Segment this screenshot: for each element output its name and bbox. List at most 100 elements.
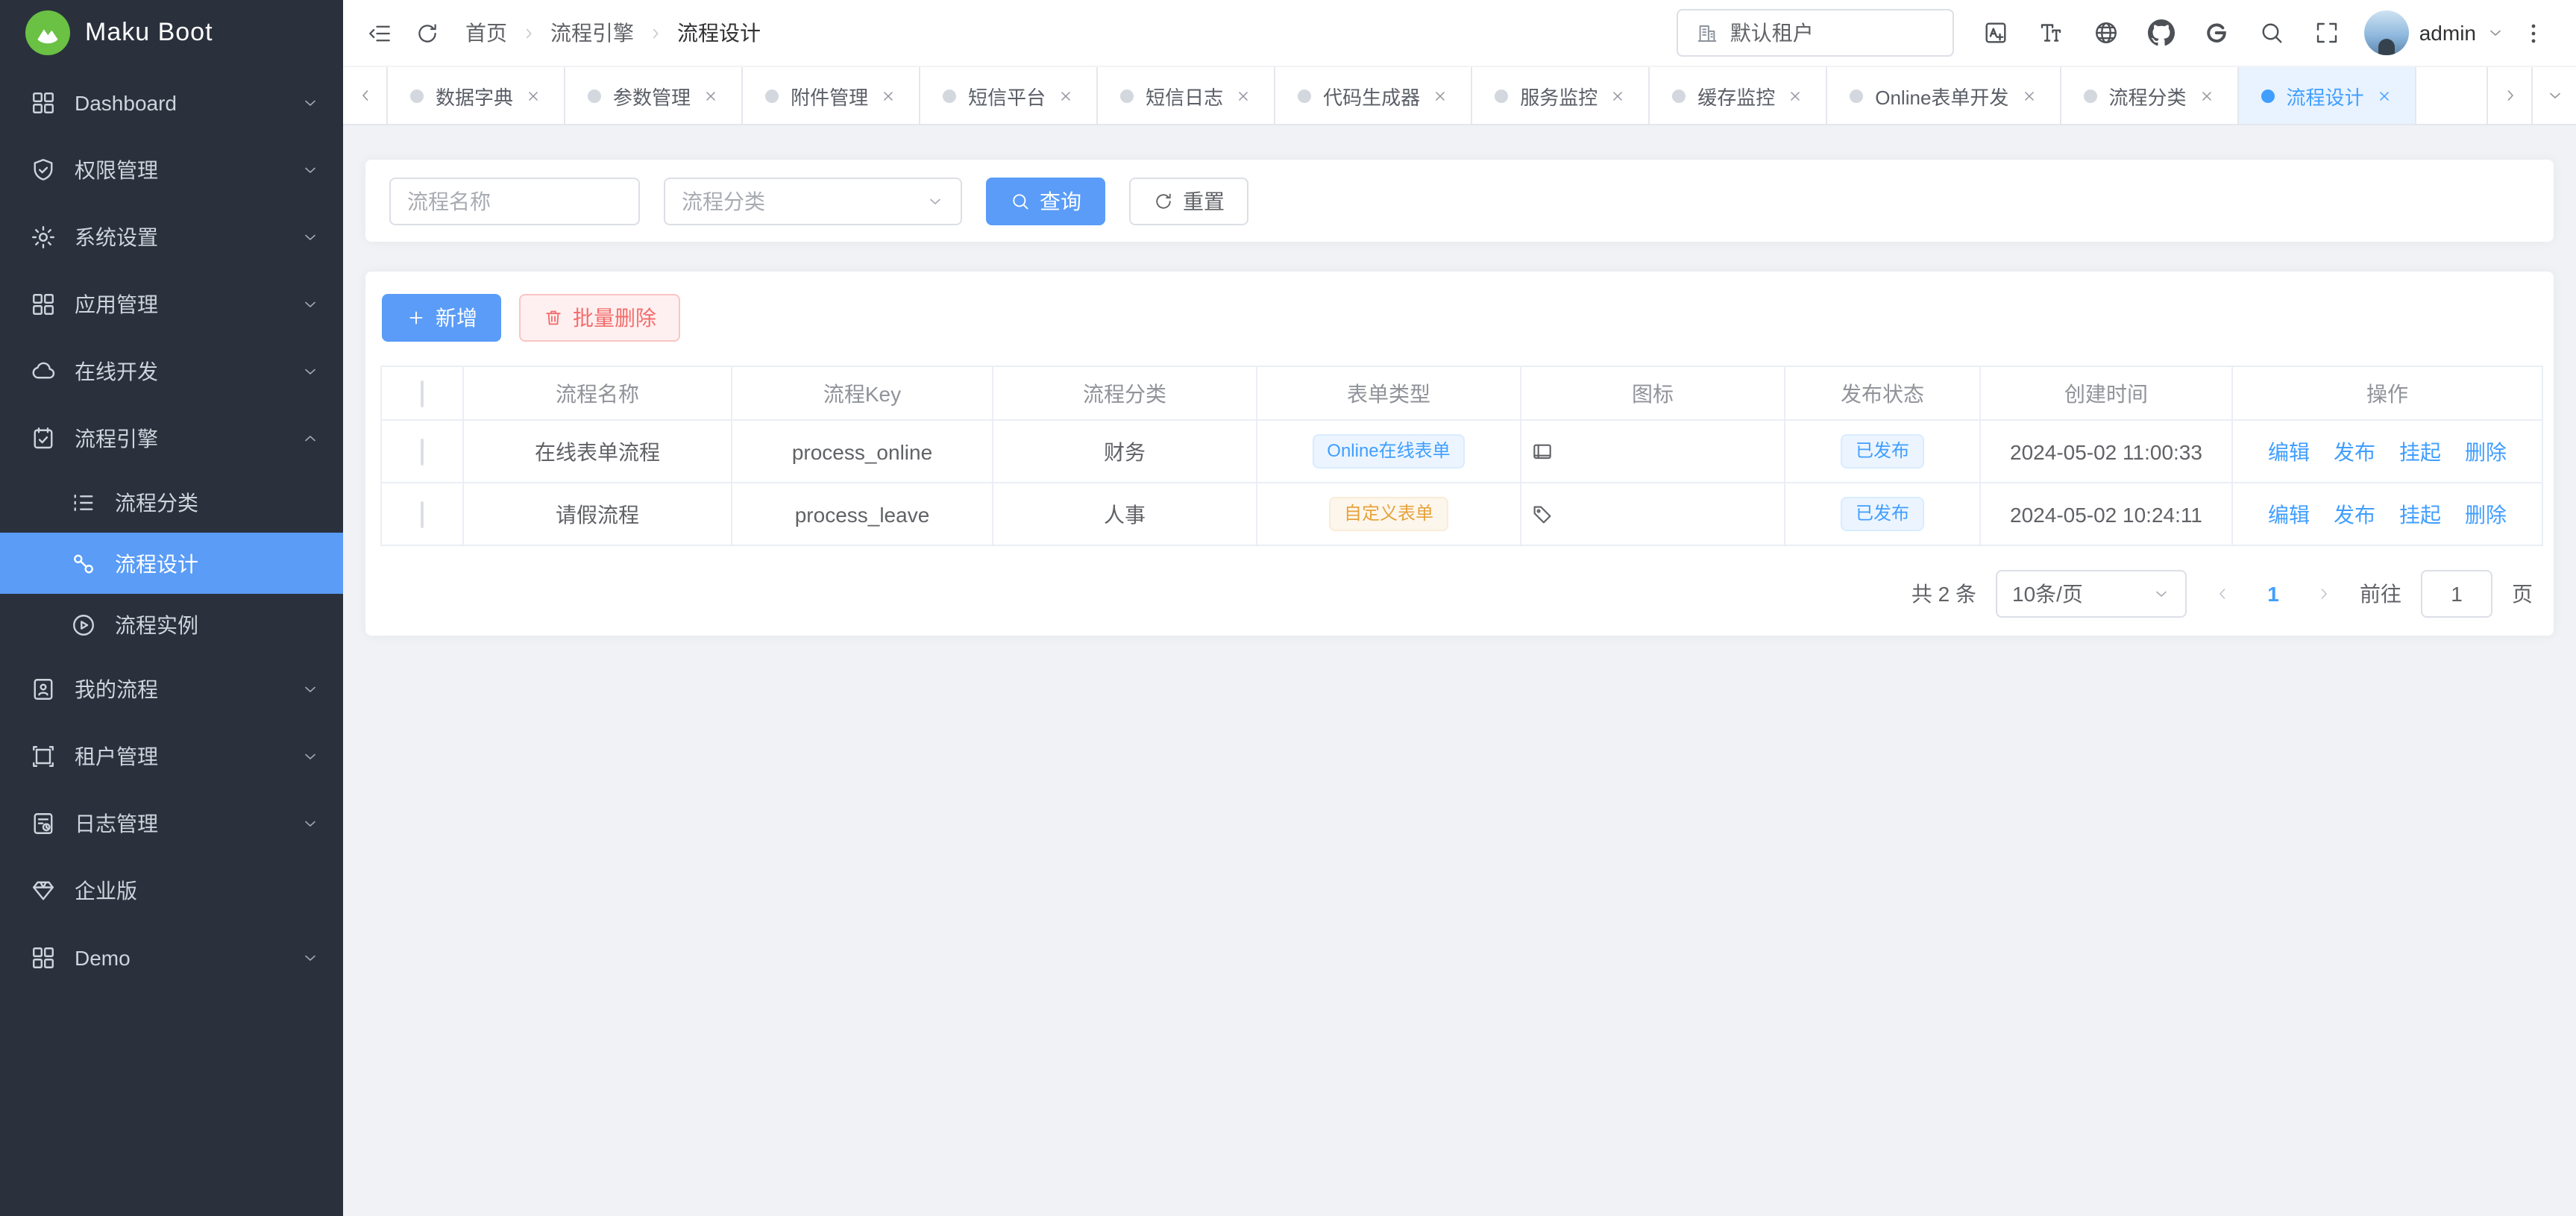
row-status-cell: 已发布 [1785, 420, 1980, 483]
publish-link[interactable]: 发布 [2334, 502, 2375, 526]
cell-text: process_leave [795, 502, 930, 526]
top-header: 首页 流程引擎 流程设计 默认租户 ad [343, 0, 2576, 66]
tab-param-mgmt[interactable]: 参数管理 [565, 67, 743, 124]
globe-icon[interactable] [2079, 5, 2134, 60]
process-name-input[interactable] [389, 177, 640, 225]
chevron-down-icon [301, 228, 319, 245]
page-size-value: 10条/页 [2012, 579, 2083, 609]
page-number-1[interactable]: 1 [2258, 582, 2288, 606]
row-checkbox[interactable] [421, 438, 424, 465]
tab-process-design[interactable]: 流程设计 [2238, 67, 2416, 124]
gitee-icon[interactable] [2190, 5, 2245, 60]
sidebar-item-tenant[interactable]: 租户管理 [0, 722, 343, 789]
breadcrumb-workflow[interactable]: 流程引擎 [550, 18, 634, 48]
sidebar-item-online-dev[interactable]: 在线开发 [0, 337, 343, 404]
tenant-select-value: 默认租户 [1730, 18, 1814, 48]
tab-label: 流程分类 [2108, 81, 2186, 110]
sidebar-item-log[interactable]: 日志管理 [0, 789, 343, 856]
column-header-label: 流程Key [823, 381, 901, 405]
play-circle-icon [70, 611, 97, 638]
breadcrumb-home[interactable]: 首页 [465, 18, 507, 48]
tab-code-generator[interactable]: 代码生成器 [1275, 67, 1472, 124]
tag-icon [1530, 502, 1775, 526]
sidebar-item-label: 流程设计 [115, 548, 319, 578]
cell-text: 在线表单流程 [535, 439, 660, 463]
tab-sms-log[interactable]: 短信日志 [1098, 67, 1275, 124]
user-menu[interactable]: admin [2364, 10, 2504, 55]
add-button[interactable]: 新增 [382, 294, 501, 342]
refresh-icon[interactable] [403, 9, 450, 57]
tenant-select[interactable]: 默认租户 [1677, 9, 1954, 57]
goto-page-input[interactable] [2421, 570, 2492, 618]
sidebar-item-workflow[interactable]: 流程引擎 [0, 404, 343, 471]
tab-dot [1120, 89, 1134, 102]
form-type-badge: 自定义表单 [1329, 496, 1448, 531]
sidebar-item-label: 流程分类 [115, 487, 319, 517]
row-created-cell: 2024-05-02 10:24:11 [1980, 483, 2232, 545]
column-header: 流程名称 [463, 366, 732, 420]
reset-button[interactable]: 重置 [1129, 177, 1248, 225]
search-button[interactable]: 查询 [986, 177, 1105, 225]
settings-kebab-icon[interactable] [2510, 6, 2555, 60]
sidebar-item-app[interactable]: 应用管理 [0, 270, 343, 337]
tab-label: 缓存监控 [1697, 81, 1775, 110]
translate-icon[interactable] [1969, 5, 2024, 60]
tab-cache-monitor[interactable]: 缓存监控 [1650, 67, 1827, 124]
tab-label: 短信日志 [1146, 81, 1223, 110]
frame-icon [30, 742, 57, 769]
brand[interactable]: Maku Boot [0, 1, 343, 64]
publish-link[interactable]: 发布 [2334, 439, 2375, 463]
sidebar-item-label: 权限管理 [75, 154, 301, 184]
share-nodes-icon [70, 550, 97, 577]
tab-attachment[interactable]: 附件管理 [743, 67, 920, 124]
tab-data-dict[interactable]: 数据字典 [388, 67, 565, 124]
chevron-right-icon [521, 25, 537, 41]
font-size-icon[interactable] [2024, 5, 2079, 60]
sidebar-item-dashboard[interactable]: Dashboard [0, 69, 343, 136]
suspend-link[interactable]: 挂起 [2399, 439, 2441, 463]
prev-page-chevron-icon[interactable] [2206, 570, 2239, 618]
tab-process-category[interactable]: 流程分类 [2061, 67, 2238, 124]
edit-link[interactable]: 编辑 [2268, 439, 2310, 463]
sidebar-collapse-fold-icon[interactable] [355, 9, 403, 57]
delete-link[interactable]: 删除 [2465, 439, 2507, 463]
edit-link[interactable]: 编辑 [2268, 502, 2310, 526]
sidebar-item-my-flow[interactable]: 我的流程 [0, 655, 343, 722]
grid-icon [30, 290, 57, 317]
row-checkbox[interactable] [421, 501, 424, 527]
process-category-select[interactable]: 流程分类 [664, 177, 962, 225]
sidebar-item-enterprise[interactable]: 企业版 [0, 856, 343, 924]
next-page-chevron-icon[interactable] [2308, 570, 2340, 618]
sidebar-item-process-instance[interactable]: 流程实例 [0, 594, 343, 655]
close-icon [525, 87, 541, 104]
tabs-scroll-left-chevron-icon[interactable] [343, 67, 388, 124]
chevron-down-icon [301, 680, 319, 698]
doc-user-icon [30, 675, 57, 702]
github-icon[interactable] [2134, 5, 2190, 60]
tabs-scroll-right-chevron-icon[interactable] [2487, 67, 2531, 124]
sidebar-item-label: Demo [75, 945, 301, 969]
sidebar-menu: Dashboard 权限管理系统设置应用管理在线开发流程引擎流程分类流程设计流程实… [0, 69, 343, 1216]
sidebar-item-process-design[interactable]: 流程设计 [0, 533, 343, 594]
sidebar-item-process-category[interactable]: 流程分类 [0, 471, 343, 533]
page-size-select[interactable]: 10条/页 [1996, 570, 2187, 618]
process-table: 流程名称流程Key流程分类表单类型图标发布状态创建时间操作 在线表单流程proc… [380, 366, 2543, 546]
sidebar-item-permission[interactable]: 权限管理 [0, 136, 343, 203]
tab-sms-platform[interactable]: 短信平台 [920, 67, 1098, 124]
select-all-checkbox[interactable] [421, 380, 424, 407]
delete-link[interactable]: 删除 [2465, 502, 2507, 526]
fullscreen-icon[interactable] [2300, 5, 2355, 60]
batch-delete-button[interactable]: 批量删除 [519, 294, 680, 342]
select-all-header-cell [381, 366, 463, 420]
sidebar-item-demo[interactable]: Demo [0, 924, 343, 991]
tabs-dropdown-chevron-icon[interactable] [2531, 67, 2576, 124]
tab-service-monitor[interactable]: 服务监控 [1472, 67, 1650, 124]
tab-online-form-dev[interactable]: Online表单开发 [1827, 67, 2061, 124]
suspend-link[interactable]: 挂起 [2399, 502, 2441, 526]
search-icon[interactable] [2245, 5, 2300, 60]
sidebar-item-label: 日志管理 [75, 808, 301, 838]
sidebar-item-system[interactable]: 系统设置 [0, 203, 343, 270]
sidebar-item-label: 租户管理 [75, 741, 301, 771]
tab-label: 代码生成器 [1323, 81, 1420, 110]
close-icon [1058, 87, 1074, 104]
